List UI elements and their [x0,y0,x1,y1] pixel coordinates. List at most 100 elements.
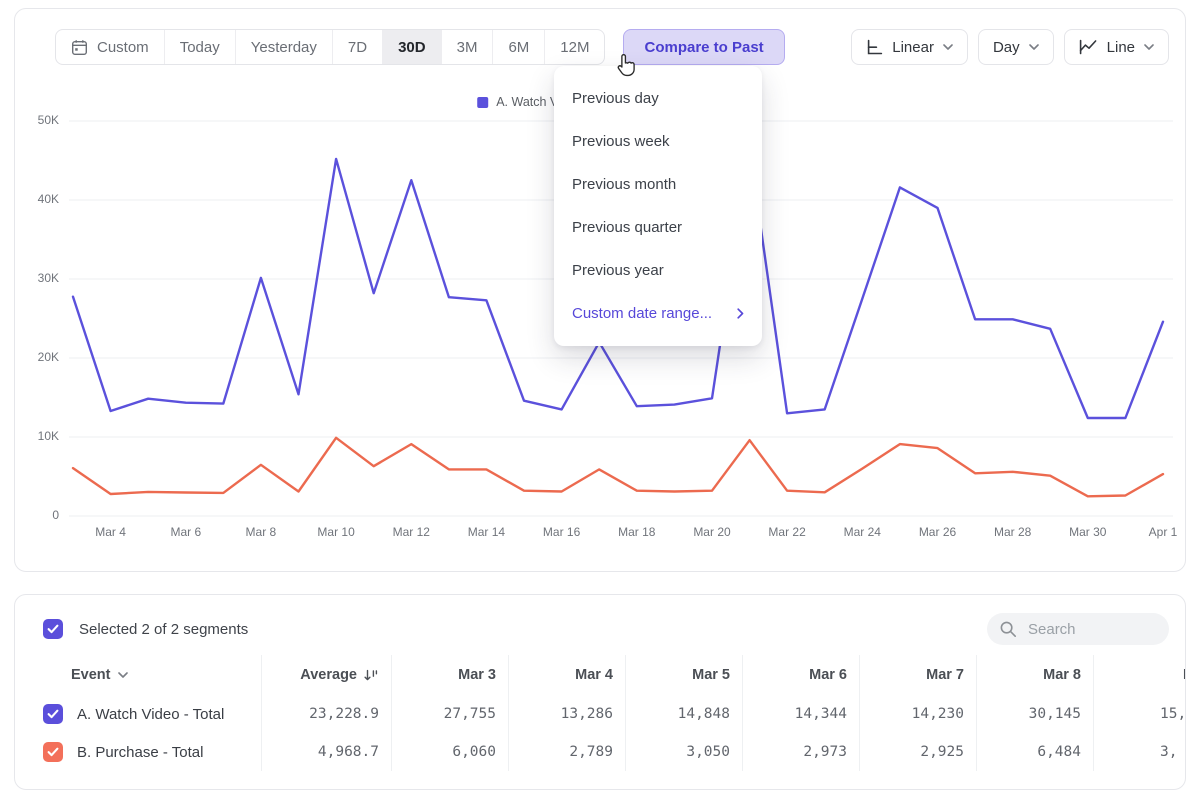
x-axis-label: Mar 12 [379,525,443,539]
menu-item-label: Previous month [572,176,676,193]
date-range-presets: Custom Today Yesterday 7D 30D 3M 6M 12M [55,29,605,65]
column-header-m: M [1093,655,1186,695]
x-axis-label: Mar 24 [830,525,894,539]
x-axis-label: Mar 6 [154,525,218,539]
column-header-label: Average [300,667,357,683]
column-header-label: Mar 8 [1043,667,1081,683]
x-axis-label: Mar 22 [755,525,819,539]
menu-item-previous-day[interactable]: Previous day [554,77,762,120]
interval-select-label: Day [993,39,1020,56]
column-header-mar-8: Mar 8 [976,655,1093,695]
segment-checkbox[interactable] [43,704,63,724]
scale-select[interactable]: Linear [851,29,968,65]
value-cell: 15, [1093,695,1186,733]
value-cell: 2,973 [742,733,859,771]
column-header-label: M [1183,667,1186,683]
search-input[interactable] [1026,620,1140,639]
menu-item-previous-quarter[interactable]: Previous quarter [554,206,762,249]
value-cell: 2,925 [859,733,976,771]
menu-item-previous-month[interactable]: Previous month [554,163,762,206]
column-header-label: Mar 3 [458,667,496,683]
interval-select[interactable]: Day [978,29,1054,65]
search-box [987,613,1169,645]
column-header-mar-3: Mar 3 [391,655,508,695]
sort-descending-icon [364,669,379,682]
y-axis-label: 40K [15,192,59,206]
column-header-mar-6: Mar 6 [742,655,859,695]
x-axis-label: Mar 14 [454,525,518,539]
x-axis-label: Mar 20 [680,525,744,539]
value-cell: 6,484 [976,733,1093,771]
chart-panel: Custom Today Yesterday 7D 30D 3M 6M 12M Compare… [14,8,1186,572]
chevron-down-icon [1029,44,1039,50]
x-axis-label: Apr 1 [1131,525,1186,539]
menu-item-custom-date-range[interactable]: Custom date range... [554,292,762,335]
column-header-label: Mar 4 [575,667,613,683]
preset-yesterday[interactable]: Yesterday [235,30,332,64]
y-axis-label: 0 [15,508,59,522]
preset-7d[interactable]: 7D [332,30,382,64]
value-cell: 14,344 [742,695,859,733]
chevron-down-icon [1144,44,1154,50]
value-cell: 6,060 [391,733,508,771]
compare-dropdown-menu: Previous day Previous week Previous month P… [554,66,762,346]
preset-label: Today [180,39,220,56]
legend-swatch [477,97,488,108]
segments-table: Event Average Mar 3 Mar 4 Mar 5 Mar 6 Mar 7 Mar… [15,655,1186,771]
preset-6m[interactable]: 6M [492,30,544,64]
segment-name: A. Watch Video - Total [77,706,224,723]
value-cell: 13,286 [508,695,625,733]
selected-segments-label: Selected 2 of 2 segments [79,621,248,638]
menu-item-label: Previous year [572,262,664,279]
preset-3m[interactable]: 3M [441,30,493,64]
x-axis-label: Mar 18 [605,525,669,539]
table-row-segment: A. Watch Video - Total [15,695,261,733]
menu-item-label: Previous quarter [572,219,682,236]
preset-today[interactable]: Today [164,30,235,64]
column-header-label: Mar 6 [809,667,847,683]
scale-select-label: Linear [892,39,934,56]
column-header-label: Mar 7 [926,667,964,683]
y-axis-label: 50K [15,113,59,127]
preset-label: 6M [508,39,529,56]
column-header-event[interactable]: Event [15,655,261,695]
select-all-checkbox[interactable] [43,619,63,639]
preset-label: 30D [398,39,426,56]
column-header-mar-4: Mar 4 [508,655,625,695]
chevron-down-icon [943,44,953,50]
y-axis-label: 10K [15,429,59,443]
linear-axis-icon [866,39,883,55]
menu-item-label: Previous week [572,133,670,150]
menu-item-label: Custom date range... [572,305,712,322]
y-axis-label: 20K [15,350,59,364]
calendar-icon [71,39,88,56]
segment-checkbox[interactable] [43,742,63,762]
chart-toolbar: Custom Today Yesterday 7D 30D 3M 6M 12M Compare… [55,29,1169,65]
column-header-mar-5: Mar 5 [625,655,742,695]
value-cell: 4,968.7 [261,733,391,771]
compare-to-past-button[interactable]: Compare to Past [623,29,784,65]
column-header-mar-7: Mar 7 [859,655,976,695]
segments-panel: Selected 2 of 2 segments Event Average Mar… [14,594,1186,790]
chart-type-select-label: Line [1107,39,1135,56]
chart-type-select[interactable]: Line [1064,29,1169,65]
segments-header: Selected 2 of 2 segments [43,613,1169,645]
menu-item-previous-week[interactable]: Previous week [554,120,762,163]
value-cell: 3, [1093,733,1186,771]
value-cell: 2,789 [508,733,625,771]
search-icon [999,620,1017,638]
analytics-dashboard: Custom Today Yesterday 7D 30D 3M 6M 12M Compare… [0,0,1200,802]
menu-item-previous-year[interactable]: Previous year [554,249,762,292]
x-axis-label: Mar 8 [229,525,293,539]
column-header-average[interactable]: Average [261,655,391,695]
column-header-label: Mar 5 [692,667,730,683]
value-cell: 14,230 [859,695,976,733]
value-cell: 3,050 [625,733,742,771]
preset-label: 7D [348,39,367,56]
line-chart-icon [1079,39,1098,55]
preset-12m[interactable]: 12M [544,30,604,64]
chart-display-controls: Linear Day Line [851,29,1169,65]
preset-custom[interactable]: Custom [56,30,164,64]
preset-30d[interactable]: 30D [382,30,441,64]
y-axis-label: 30K [15,271,59,285]
